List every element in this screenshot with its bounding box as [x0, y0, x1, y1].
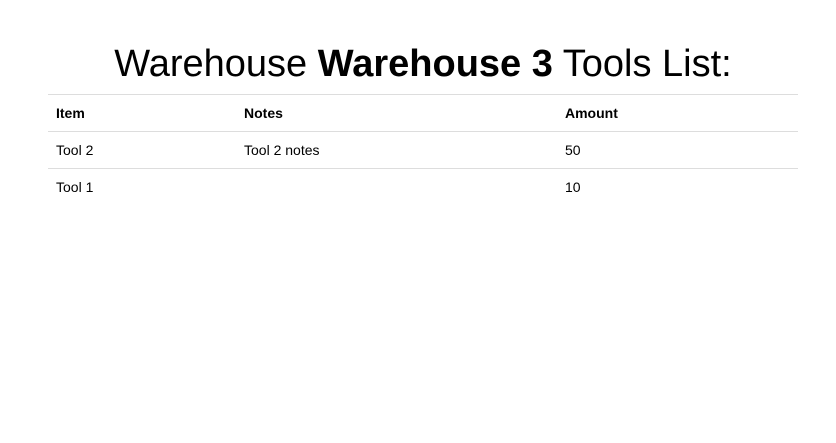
page-content: Warehouse Warehouse 3 Tools List: Item N… — [48, 0, 798, 205]
tools-table: Item Notes Amount Tool 2 Tool 2 notes 50… — [48, 94, 798, 205]
cell-notes — [236, 168, 557, 205]
cell-item: Tool 2 — [48, 131, 236, 169]
table-body: Tool 2 Tool 2 notes 50 Tool 1 10 — [48, 131, 798, 205]
table-header-row: Item Notes Amount — [48, 94, 798, 132]
title-suffix: Tools List: — [552, 43, 732, 85]
column-header-notes: Notes — [236, 94, 557, 132]
column-header-item: Item — [48, 94, 236, 132]
cell-item: Tool 1 — [48, 168, 236, 205]
table-row: Tool 1 10 — [48, 168, 798, 205]
cell-amount: 10 — [557, 168, 798, 205]
page-title: Warehouse Warehouse 3 Tools List: — [48, 0, 798, 94]
column-header-amount: Amount — [557, 94, 798, 132]
table-header: Item Notes Amount — [48, 94, 798, 132]
cell-notes: Tool 2 notes — [236, 131, 557, 169]
table-row: Tool 2 Tool 2 notes 50 — [48, 131, 798, 169]
cell-amount: 50 — [557, 131, 798, 169]
title-prefix: Warehouse — [114, 43, 318, 85]
warehouse-name: Warehouse 3 — [317, 43, 553, 85]
